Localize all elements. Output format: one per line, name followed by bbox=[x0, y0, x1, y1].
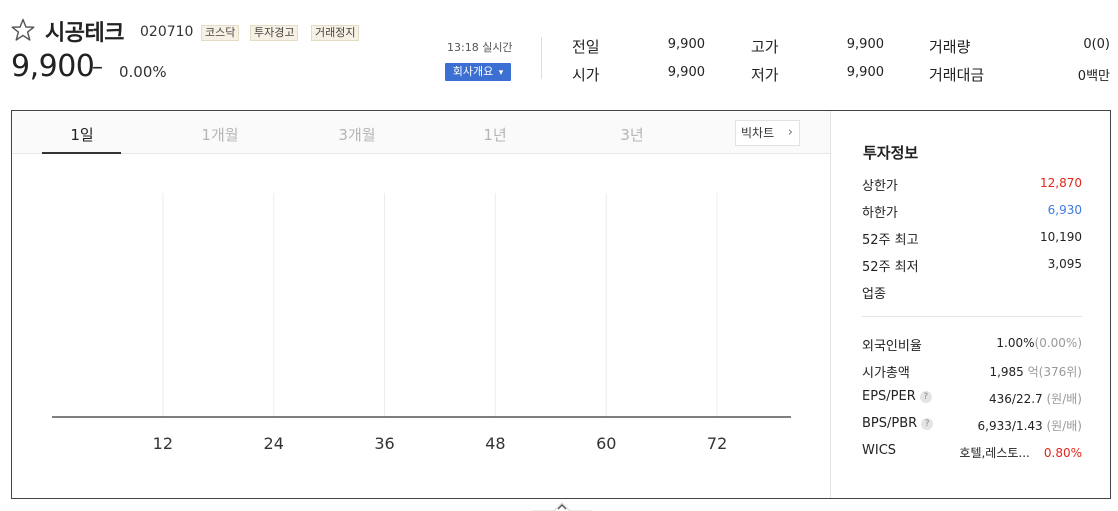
foreign-ratio-label: 외국인비율 bbox=[862, 339, 922, 354]
eps-per-unit: (원/배) bbox=[1046, 392, 1083, 406]
open-label: 시가 bbox=[572, 66, 600, 84]
bps-pbr-number: 6,933/1.43 bbox=[977, 419, 1043, 433]
low-52w-label: 52주 최저 bbox=[862, 260, 919, 275]
investment-info-panel: 투자정보 상한가 12,870 하한가 6,930 52주 최고 10,190 … bbox=[830, 111, 1110, 498]
tab-3-years[interactable]: 3년 bbox=[612, 124, 652, 145]
market-cap-row: 시가총액 1,985 억(376위) bbox=[862, 362, 1082, 382]
x-tick-label: 24 bbox=[264, 434, 284, 453]
tab-3-months[interactable]: 3개월 bbox=[337, 124, 377, 145]
market-cap-number: 1,985 bbox=[989, 365, 1024, 379]
tab-1-year[interactable]: 1년 bbox=[475, 124, 515, 145]
change-rate: 0.00% bbox=[119, 63, 167, 81]
x-tick-label: 48 bbox=[485, 434, 505, 453]
help-icon[interactable]: ? bbox=[919, 391, 932, 403]
wics-row: WICS 호텔,레스토... 0.80% bbox=[862, 443, 1082, 463]
low-label: 저가 bbox=[751, 66, 779, 84]
invest-divider bbox=[862, 316, 1082, 317]
x-tick-label: 12 bbox=[153, 434, 173, 453]
lower-limit-value: 6,930 bbox=[1047, 203, 1082, 217]
volume-label: 거래량 bbox=[929, 38, 971, 56]
bps-pbr-label: BPS/PBR? bbox=[862, 416, 934, 431]
bps-pbr-unit: (원/배) bbox=[1046, 419, 1083, 433]
open-value: 9,900 bbox=[667, 65, 705, 80]
volume-value: 0(0) bbox=[1083, 37, 1110, 52]
eps-per-row: EPS/PER? 436/22.7 (원/배) bbox=[862, 389, 1082, 409]
trade-amount-value: 0백만 bbox=[1077, 69, 1110, 84]
high-52w-label: 52주 최고 bbox=[862, 233, 919, 248]
chevron-down-icon: ▾ bbox=[498, 68, 504, 78]
tab-1-day[interactable]: 1일 bbox=[62, 124, 102, 145]
upper-limit-value: 12,870 bbox=[1040, 176, 1082, 190]
stock-name: 시공테크 bbox=[45, 21, 124, 46]
market-cap-rank: 억(376위) bbox=[1027, 365, 1082, 379]
foreign-ratio-value: 1.00%(0.00%) bbox=[996, 336, 1082, 350]
low-52w-value: 3,095 bbox=[1047, 257, 1082, 271]
bps-pbr-value: 6,933/1.43 (원/배) bbox=[978, 417, 1082, 434]
eps-per-label-text: EPS/PER bbox=[862, 389, 916, 404]
star-outline-icon[interactable] bbox=[10, 17, 36, 43]
market-cap-value: 1,985 억(376위) bbox=[989, 363, 1082, 380]
wics-sector[interactable]: 호텔,레스토... bbox=[959, 446, 1029, 460]
wics-label: WICS bbox=[862, 443, 897, 458]
stock-header: 시공테크 020710 코스닥 투자경고 거래정지 9,900 – 0.00% … bbox=[0, 0, 1118, 100]
high-label: 고가 bbox=[751, 38, 779, 56]
x-tick-label: 60 bbox=[596, 434, 616, 453]
eps-per-label: EPS/PER? bbox=[862, 389, 932, 404]
current-price: 9,900 bbox=[11, 49, 95, 84]
invest-title: 투자정보 bbox=[863, 144, 919, 162]
foreign-ratio-sub: (0.00%) bbox=[1034, 336, 1082, 350]
big-chart-button[interactable]: 빅차트 › bbox=[735, 120, 800, 146]
eps-per-number: 436/22.7 bbox=[989, 392, 1043, 406]
upper-limit-label: 상한가 bbox=[862, 179, 898, 194]
stock-code: 020710 bbox=[140, 24, 194, 40]
bps-pbr-row: BPS/PBR? 6,933/1.43 (원/배) bbox=[862, 416, 1082, 436]
halt-badge: 거래정지 bbox=[311, 25, 360, 41]
warning-badge: 투자경고 bbox=[250, 25, 299, 41]
wics-rate: 0.80% bbox=[1043, 446, 1082, 460]
foreign-ratio-row: 외국인비율 1.00%(0.00%) bbox=[862, 335, 1082, 355]
market-badge: 코스닥 bbox=[201, 25, 240, 41]
company-overview-label: 회사개요 bbox=[452, 65, 494, 78]
company-overview-button[interactable]: 회사개요 ▾ bbox=[445, 63, 511, 81]
x-tick-label: 72 bbox=[707, 434, 727, 453]
tab-1-month[interactable]: 1개월 bbox=[200, 124, 240, 145]
bps-pbr-label-text: BPS/PBR bbox=[862, 416, 918, 431]
high-value: 9,900 bbox=[846, 37, 884, 52]
chart-panel: 1일 1개월 3개월 1년 3년 빅차트 › 12 24 36 48 60 72 투자정보… bbox=[11, 110, 1111, 499]
trade-amount-label: 거래대금 bbox=[929, 66, 985, 84]
low-52w-row: 52주 최저 3,095 bbox=[862, 256, 1082, 276]
chevron-right-icon: › bbox=[787, 125, 793, 140]
change-sign: – bbox=[92, 55, 103, 80]
active-tab-indicator bbox=[42, 152, 121, 154]
chevron-up-icon bbox=[532, 502, 592, 511]
lower-limit-row: 하한가 6,930 bbox=[862, 202, 1082, 222]
header-divider bbox=[541, 37, 542, 79]
realtime-label: 13:18 실시간 bbox=[447, 41, 513, 54]
prev-close-label: 전일 bbox=[572, 38, 600, 56]
market-cap-label: 시가총액 bbox=[862, 366, 910, 381]
foreign-ratio-number: 1.00% bbox=[996, 336, 1035, 350]
eps-per-value: 436/22.7 (원/배) bbox=[989, 390, 1082, 407]
x-tick-label: 36 bbox=[374, 434, 394, 453]
sector-label: 업종 bbox=[862, 287, 886, 302]
sector-row: 업종 bbox=[862, 283, 1082, 303]
prev-close-value: 9,900 bbox=[667, 37, 705, 52]
fold-button[interactable] bbox=[532, 497, 592, 511]
upper-limit-row: 상한가 12,870 bbox=[862, 175, 1082, 195]
lower-limit-label: 하한가 bbox=[862, 206, 898, 221]
high-52w-value: 10,190 bbox=[1040, 230, 1082, 244]
high-52w-row: 52주 최고 10,190 bbox=[862, 229, 1082, 249]
chart-pane: 1일 1개월 3개월 1년 3년 빅차트 › 12 24 36 48 60 72 bbox=[12, 111, 830, 498]
wics-value: 호텔,레스토... 0.80% bbox=[959, 444, 1082, 461]
intraday-chart: 12 24 36 48 60 72 bbox=[12, 155, 830, 498]
help-icon[interactable]: ? bbox=[921, 418, 934, 430]
chart-svg: 12 24 36 48 60 72 bbox=[52, 193, 791, 453]
period-tabs: 1일 1개월 3개월 1년 3년 빅차트 › bbox=[12, 111, 830, 154]
big-chart-label: 빅차트 bbox=[741, 126, 775, 140]
low-value: 9,900 bbox=[846, 65, 884, 80]
